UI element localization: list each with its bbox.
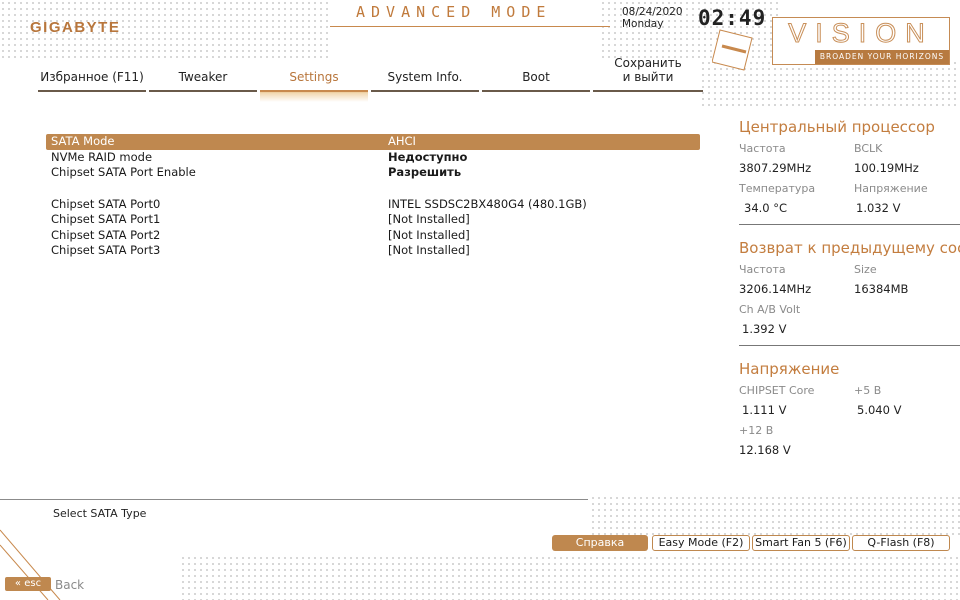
cpu-bclk-label: BCLK xyxy=(854,142,883,155)
vision-word: VISION xyxy=(788,18,934,49)
memory-row-2: Ch A/B Volt 1.392 V xyxy=(739,297,960,337)
vision-tagline: BROADEN YOUR HORIZONS xyxy=(815,50,949,64)
tab-save-exit[interactable]: Сохранить и выйти xyxy=(593,56,703,92)
help-description: Select SATA Type xyxy=(53,507,147,520)
setting-value: [Not Installed] xyxy=(388,243,470,257)
tab-settings[interactable]: Settings xyxy=(260,70,368,102)
dot-pattern-mid-right xyxy=(590,495,960,535)
tab-boot-label: Boot xyxy=(522,70,550,84)
voltage-row-2: +12 В 12.168 V xyxy=(739,418,960,458)
plus12v-label: +12 В xyxy=(739,424,774,437)
setting-value[interactable]: Разрешить xyxy=(388,165,461,181)
mem-volt-value: 1.392 V xyxy=(742,322,787,336)
memory-section-title: Возврат к предыдущему состоянию xyxy=(739,239,960,257)
tab-save-exit-line1: Сохранить xyxy=(614,56,682,70)
cpu-section-title: Центральный процессор xyxy=(739,118,935,136)
mem-size-label: Size xyxy=(854,263,877,276)
setting-label: Chipset SATA Port1 xyxy=(51,212,161,226)
date-display: 08/24/2020 Monday xyxy=(622,6,683,30)
gigabyte-logo: GIGABYTE xyxy=(30,19,121,36)
decorative-slant-icon xyxy=(712,29,753,71)
dot-pattern-bottom xyxy=(180,555,960,600)
cpu-volt-value: 1.032 V xyxy=(856,201,901,215)
setting-value: [Not Installed] xyxy=(388,227,470,242)
tab-favorites[interactable]: Избранное (F11) xyxy=(38,70,146,92)
setting-row-port-enable[interactable]: Chipset SATA Port Enable Разрешить xyxy=(46,165,700,181)
help-button[interactable]: Справка xyxy=(552,535,648,551)
voltage-row-1: CHIPSET Core 1.111 V +5 В 5.040 V xyxy=(739,378,960,418)
mem-volt-label: Ch A/B Volt xyxy=(739,303,801,316)
memory-row-1: Частота 3206.14MHz Size 16384MB xyxy=(739,257,960,297)
plus5v-value: 5.040 V xyxy=(857,403,902,417)
cpu-volt-label: Напряжение xyxy=(854,182,928,195)
setting-value: [Not Installed] xyxy=(388,212,470,226)
help-button-label: Справка xyxy=(575,536,625,549)
setting-value: INTEL SSDSC2BX480G4 (480.1GB) xyxy=(388,196,587,211)
tab-system-info[interactable]: System Info. xyxy=(371,70,479,92)
settings-list: SATA Mode AHCI NVMe RAID mode Недоступно… xyxy=(46,134,700,259)
mem-size-value: 16384MB xyxy=(854,282,909,296)
weekday-value: Monday xyxy=(622,18,664,30)
cpu-temp-label: Температура xyxy=(739,182,816,195)
plus5v-label: +5 В xyxy=(854,384,882,397)
easy-mode-button-label: Easy Mode (F2) xyxy=(658,536,744,549)
smart-fan-button-label: Smart Fan 5 (F6) xyxy=(755,536,847,549)
sidebar-divider xyxy=(739,224,960,225)
cpu-freq-label: Частота xyxy=(739,142,786,155)
cpu-row-1: Частота 3807.29MHz BCLK 100.19MHz xyxy=(739,136,960,176)
mem-freq-value: 3206.14MHz xyxy=(739,282,812,296)
easy-mode-button[interactable]: Easy Mode (F2) xyxy=(652,535,750,551)
setting-row-nvme-raid[interactable]: NVMe RAID mode Недоступно xyxy=(46,150,700,166)
setting-value[interactable]: Недоступно xyxy=(388,150,467,166)
tab-save-exit-line2: и выйти xyxy=(622,70,674,84)
q-flash-button[interactable]: Q-Flash (F8) xyxy=(852,535,950,551)
setting-label: Chipset SATA Port0 xyxy=(51,196,161,211)
back-arrow-icon: « xyxy=(14,578,22,589)
tab-favorites-label: Избранное (F11) xyxy=(40,70,144,84)
chipset-core-label: CHIPSET Core xyxy=(739,384,815,397)
setting-label: NVMe RAID mode xyxy=(51,149,153,164)
setting-row-port0: Chipset SATA Port0 INTEL SSDSC2BX480G4 (… xyxy=(46,197,700,213)
setting-row-port1: Chipset SATA Port1 [Not Installed] xyxy=(46,212,700,228)
clock-display: 02:49 xyxy=(698,6,767,30)
cpu-row-2: Температура 34.0 °C Напряжение 1.032 V xyxy=(739,176,960,216)
setting-label: Chipset SATA Port3 xyxy=(51,243,161,257)
esc-label: esc xyxy=(24,578,42,589)
tab-boot[interactable]: Boot xyxy=(482,70,590,92)
setting-row-sata-mode[interactable]: SATA Mode AHCI xyxy=(46,134,700,150)
setting-label: SATA Mode xyxy=(51,134,115,148)
cpu-freq-value: 3807.29MHz xyxy=(739,161,812,175)
main-tabs: Избранное (F11) Tweaker Settings System … xyxy=(38,56,703,102)
mode-title: ADVANCED MODE xyxy=(356,3,552,21)
hardware-monitor-panel: Центральный процессор Частота 3807.29MHz… xyxy=(739,118,960,458)
plus12v-value: 12.168 V xyxy=(739,443,791,457)
cpu-bclk-value: 100.19MHz xyxy=(854,161,919,175)
smart-fan-button[interactable]: Smart Fan 5 (F6) xyxy=(752,535,850,551)
cpu-temp-value: 34.0 °C xyxy=(744,201,788,215)
mem-freq-label: Частота xyxy=(739,263,786,276)
tab-tweaker-label: Tweaker xyxy=(178,70,228,84)
back-label[interactable]: Back xyxy=(55,578,84,592)
help-divider xyxy=(0,499,588,500)
setting-row-port2: Chipset SATA Port2 [Not Installed] xyxy=(46,228,700,244)
q-flash-button-label: Q-Flash (F8) xyxy=(867,536,935,549)
vision-logo: VISION BROADEN YOUR HORIZONS xyxy=(772,17,950,65)
setting-value[interactable]: AHCI xyxy=(388,134,416,150)
setting-label: Chipset SATA Port Enable xyxy=(51,165,196,179)
setting-label: Chipset SATA Port2 xyxy=(51,227,161,242)
tab-settings-label: Settings xyxy=(289,70,339,84)
tab-tweaker[interactable]: Tweaker xyxy=(149,70,257,92)
setting-row-port3: Chipset SATA Port3 [Not Installed] xyxy=(46,243,700,259)
voltage-section-title: Напряжение xyxy=(739,360,840,378)
esc-button[interactable]: « esc xyxy=(5,577,51,591)
sidebar-divider xyxy=(739,345,960,346)
chipset-core-value: 1.111 V xyxy=(742,403,787,417)
tab-system-info-label: System Info. xyxy=(387,70,463,84)
date-value: 08/24/2020 xyxy=(622,6,683,18)
